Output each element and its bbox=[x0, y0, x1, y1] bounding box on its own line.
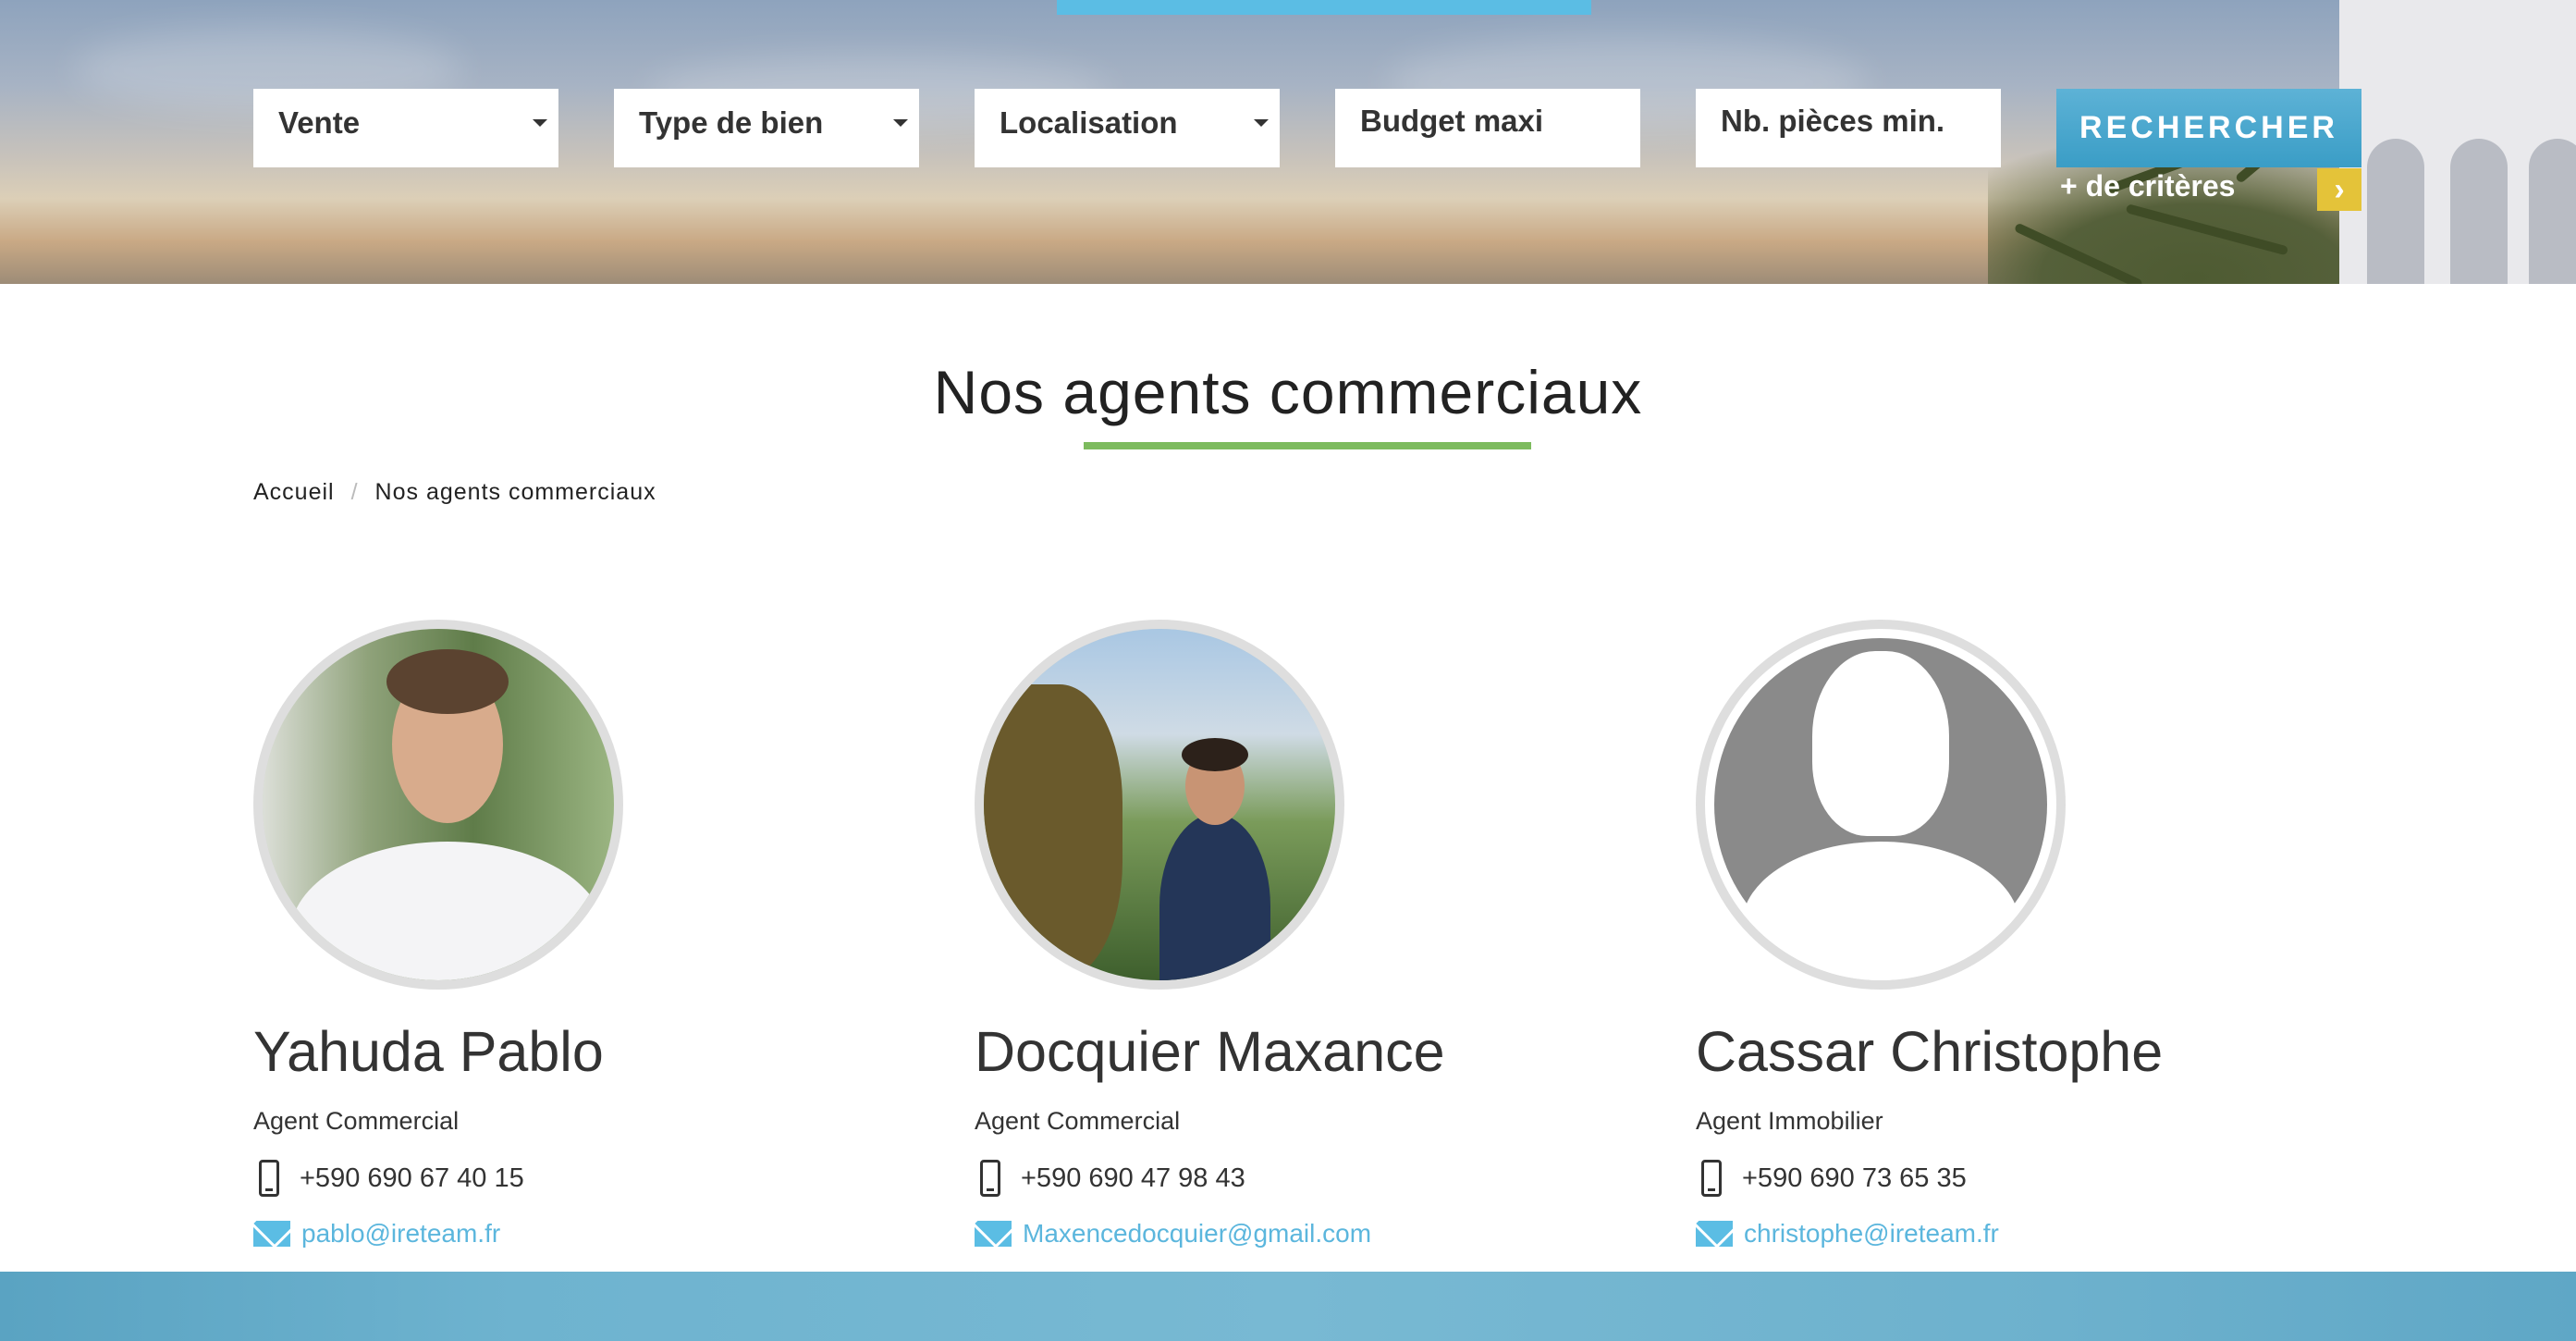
budget-input-placeholder: Budget maxi bbox=[1360, 104, 1544, 138]
agent-email-link[interactable]: pablo@ireteam.fr bbox=[301, 1219, 500, 1249]
agent-phone[interactable]: +590 690 73 65 35 bbox=[1742, 1163, 1967, 1194]
agent-role: Agent Commercial bbox=[253, 1107, 460, 1135]
search-button[interactable]: RECHERCHER bbox=[2056, 89, 2361, 167]
property-type-select[interactable]: Type de bien bbox=[614, 89, 919, 167]
hero-building-arch bbox=[2367, 139, 2424, 284]
agent-phone[interactable]: +590 690 47 98 43 bbox=[1021, 1163, 1245, 1194]
agent-card: Cassar Christophe Agent Immobilier +590 … bbox=[1696, 620, 2361, 1267]
agent-name: Cassar Christophe bbox=[1696, 1020, 2164, 1083]
rooms-input[interactable]: Nb. pièces min. bbox=[1696, 89, 2001, 167]
title-underline bbox=[1084, 442, 1531, 449]
more-criteria-link[interactable]: + de critères bbox=[2060, 169, 2235, 203]
breadcrumb-separator: / bbox=[350, 479, 359, 505]
hero-search-banner: Vente Type de bien Localisation Budget m… bbox=[0, 0, 2576, 284]
caret-down-icon bbox=[533, 119, 547, 127]
caret-down-icon bbox=[1254, 119, 1269, 127]
photo-hair bbox=[386, 649, 509, 714]
transaction-select-value: Vente bbox=[278, 105, 361, 140]
photo-foliage bbox=[984, 684, 1122, 980]
agent-email-row[interactable]: Maxencedocquier@gmail.com bbox=[975, 1215, 1371, 1252]
location-select[interactable]: Localisation bbox=[975, 89, 1280, 167]
footer-band bbox=[0, 1272, 2576, 1341]
phone-icon bbox=[1701, 1160, 1722, 1197]
hero-building-arch bbox=[2450, 139, 2508, 284]
phone-icon bbox=[980, 1160, 1000, 1197]
chevron-right-icon[interactable]: › bbox=[2317, 168, 2361, 211]
breadcrumb-current: Nos agents commerciaux bbox=[374, 479, 656, 505]
caret-down-icon bbox=[893, 119, 908, 127]
agent-card: Yahuda Pablo Agent Commercial +590 690 6… bbox=[253, 620, 919, 1267]
agent-email-link[interactable]: christophe@ireteam.fr bbox=[1744, 1219, 1999, 1249]
hero-building bbox=[2339, 0, 2576, 284]
agent-photo bbox=[975, 620, 1344, 990]
mail-icon bbox=[1696, 1221, 1733, 1247]
rooms-input-placeholder: Nb. pièces min. bbox=[1721, 104, 1945, 138]
budget-input[interactable]: Budget maxi bbox=[1335, 89, 1640, 167]
photo-shirt bbox=[1159, 814, 1270, 980]
agent-email-link[interactable]: Maxencedocquier@gmail.com bbox=[1023, 1219, 1371, 1249]
agent-name: Yahuda Pablo bbox=[253, 1020, 604, 1083]
agent-name: Docquier Maxance bbox=[975, 1020, 1445, 1083]
agent-email-row[interactable]: christophe@ireteam.fr bbox=[1696, 1215, 1999, 1252]
hero-top-accent-bar bbox=[1057, 0, 1591, 15]
mail-icon bbox=[975, 1221, 1012, 1247]
agent-photo bbox=[253, 620, 623, 990]
hero-building-arch bbox=[2529, 139, 2576, 284]
mail-icon bbox=[253, 1221, 290, 1247]
agent-role: Agent Immobilier bbox=[1696, 1107, 1883, 1135]
agent-email-row[interactable]: pablo@ireteam.fr bbox=[253, 1215, 500, 1252]
agent-phone-row[interactable]: +590 690 47 98 43 bbox=[975, 1158, 1245, 1199]
transaction-select[interactable]: Vente bbox=[253, 89, 558, 167]
breadcrumb: Accueil / Nos agents commerciaux bbox=[253, 479, 656, 506]
agent-phone[interactable]: +590 690 67 40 15 bbox=[300, 1163, 524, 1194]
default-avatar-head bbox=[1812, 651, 1949, 836]
agent-role: Agent Commercial bbox=[975, 1107, 1181, 1135]
photo-hair bbox=[1182, 738, 1248, 771]
agent-phone-row[interactable]: +590 690 73 65 35 bbox=[1696, 1158, 1967, 1199]
breadcrumb-home-link[interactable]: Accueil bbox=[253, 479, 335, 506]
phone-icon bbox=[259, 1160, 279, 1197]
agent-phone-row[interactable]: +590 690 67 40 15 bbox=[253, 1158, 524, 1199]
location-select-value: Localisation bbox=[1000, 105, 1178, 140]
agent-photo bbox=[1696, 620, 2066, 990]
page-title: Nos agents commerciaux bbox=[933, 358, 1643, 426]
property-type-select-value: Type de bien bbox=[639, 105, 824, 140]
agent-card: Docquier Maxance Agent Commercial +590 6… bbox=[975, 620, 1640, 1267]
